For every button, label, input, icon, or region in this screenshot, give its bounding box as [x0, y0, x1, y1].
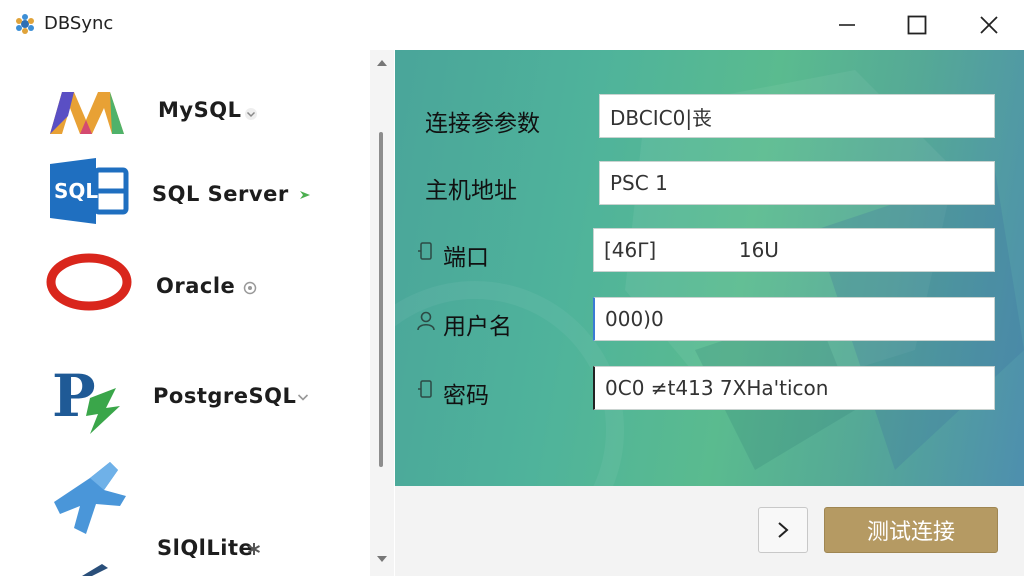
port-icon [418, 242, 432, 260]
chevron-down-icon [245, 108, 257, 120]
svg-text:SQL: SQL [54, 179, 98, 203]
postgresql-logo-icon: P [52, 362, 120, 434]
maximize-icon [907, 15, 927, 35]
sidebar-item-partial[interactable] [0, 558, 370, 576]
next-button[interactable] [758, 507, 808, 553]
footer-bar: 测试连接 [395, 486, 1024, 576]
svg-text:P: P [52, 362, 96, 430]
form-row-password: 密码 [395, 366, 1024, 414]
sidebar-item-sql-server[interactable]: SQL SQL Server [0, 150, 370, 232]
scroll-thumb[interactable] [379, 132, 383, 467]
window-title: DBSync [44, 13, 114, 34]
sidebar-item-mysql[interactable]: MySQL [0, 80, 370, 150]
mysql-logo-icon [50, 92, 124, 134]
connection-params-input[interactable] [599, 94, 995, 138]
circle-icon [243, 281, 257, 295]
minimize-button[interactable] [812, 0, 882, 50]
field-label: 主机地址 [425, 178, 517, 204]
form-row-port: 端口 [395, 228, 1024, 276]
sidebar-item-sqlite[interactable]: SlQlLite [0, 452, 370, 560]
user-icon [417, 311, 435, 331]
sidebar-item-oracle[interactable]: Oracle [0, 242, 370, 332]
sidebar-item-label: Oracle [156, 274, 236, 298]
field-label: 连接参参数 [425, 111, 540, 137]
sidebar-item-label: MySQL [158, 98, 242, 122]
title-bar: DBSync [0, 0, 1024, 50]
chevron-right-icon [778, 522, 789, 538]
minimize-icon [839, 24, 855, 26]
host-input[interactable] [599, 161, 995, 205]
password-input[interactable] [593, 366, 995, 410]
field-label: 用户名 [443, 314, 512, 340]
sqlite-logo-icon [54, 462, 126, 534]
arrow-icon [300, 191, 310, 199]
sql-server-logo-icon: SQL [50, 158, 129, 224]
connection-panel: 连接参参数 主机地址 端口 用户名 密码 [395, 50, 1024, 486]
partial-logo-icon [82, 564, 108, 576]
form-row-connection-params: 连接参参数 [395, 94, 1024, 142]
scroll-down-icon[interactable] [376, 554, 388, 564]
form-row-username: 用户名 [395, 297, 1024, 345]
chevron-down-icon [297, 394, 309, 401]
sidebar-item-label: PostgreSQL [153, 384, 297, 408]
maximize-button[interactable] [882, 0, 952, 50]
close-icon [980, 16, 998, 34]
sidebar-item-label: SQL Server [152, 182, 289, 206]
oracle-logo-icon [46, 253, 132, 311]
sidebar-scrollbar[interactable] [370, 50, 394, 576]
field-label: 端口 [443, 245, 489, 271]
database-list: MySQL SQL SQL Server Oracle P PostgreSQL… [0, 50, 370, 576]
sidebar-item-label: SlQlLite [157, 536, 254, 560]
test-connection-button[interactable]: 测试连接 [824, 507, 998, 553]
port-input[interactable] [593, 228, 995, 272]
sidebar-item-postgresql[interactable]: P PostgreSQL [0, 348, 370, 448]
dbsync-logo-icon [16, 14, 34, 34]
form-row-host: 主机地址 [395, 161, 1024, 209]
scroll-up-icon[interactable] [376, 58, 388, 68]
close-button[interactable] [954, 0, 1024, 50]
username-input[interactable] [593, 297, 995, 341]
asterisk-icon [248, 543, 260, 555]
lock-icon [418, 380, 432, 398]
field-label: 密码 [443, 383, 489, 409]
